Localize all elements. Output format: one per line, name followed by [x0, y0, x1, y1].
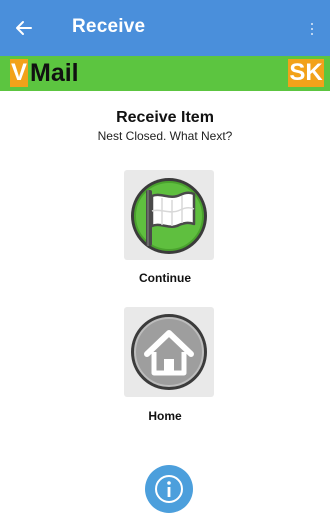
app-bar: Receive [0, 0, 330, 56]
more-vert-icon-dot [311, 33, 313, 35]
brand-name: Mail [30, 59, 79, 87]
home-icon [131, 314, 207, 390]
home-button[interactable] [124, 307, 214, 397]
section-subheading: Nest Closed. What Next? [97, 129, 233, 143]
info-icon [155, 475, 183, 503]
continue-button[interactable] [124, 170, 214, 260]
info-button[interactable] [145, 465, 193, 513]
page-title: Receive [72, 16, 146, 37]
home-label: Home [148, 409, 182, 423]
overflow-menu-button[interactable] [304, 18, 320, 40]
flag-icon [131, 178, 207, 254]
brand-bar: V Mail SK [0, 56, 330, 91]
more-vert-icon-dot [311, 28, 313, 30]
arrow-left-icon [16, 21, 32, 35]
continue-label: Continue [139, 271, 191, 285]
section-heading: Receive Item [116, 109, 214, 126]
user-initials-badge: SK [288, 59, 324, 87]
brand-v-badge: V [10, 59, 28, 87]
back-button[interactable] [10, 14, 38, 42]
more-vert-icon [311, 23, 313, 25]
